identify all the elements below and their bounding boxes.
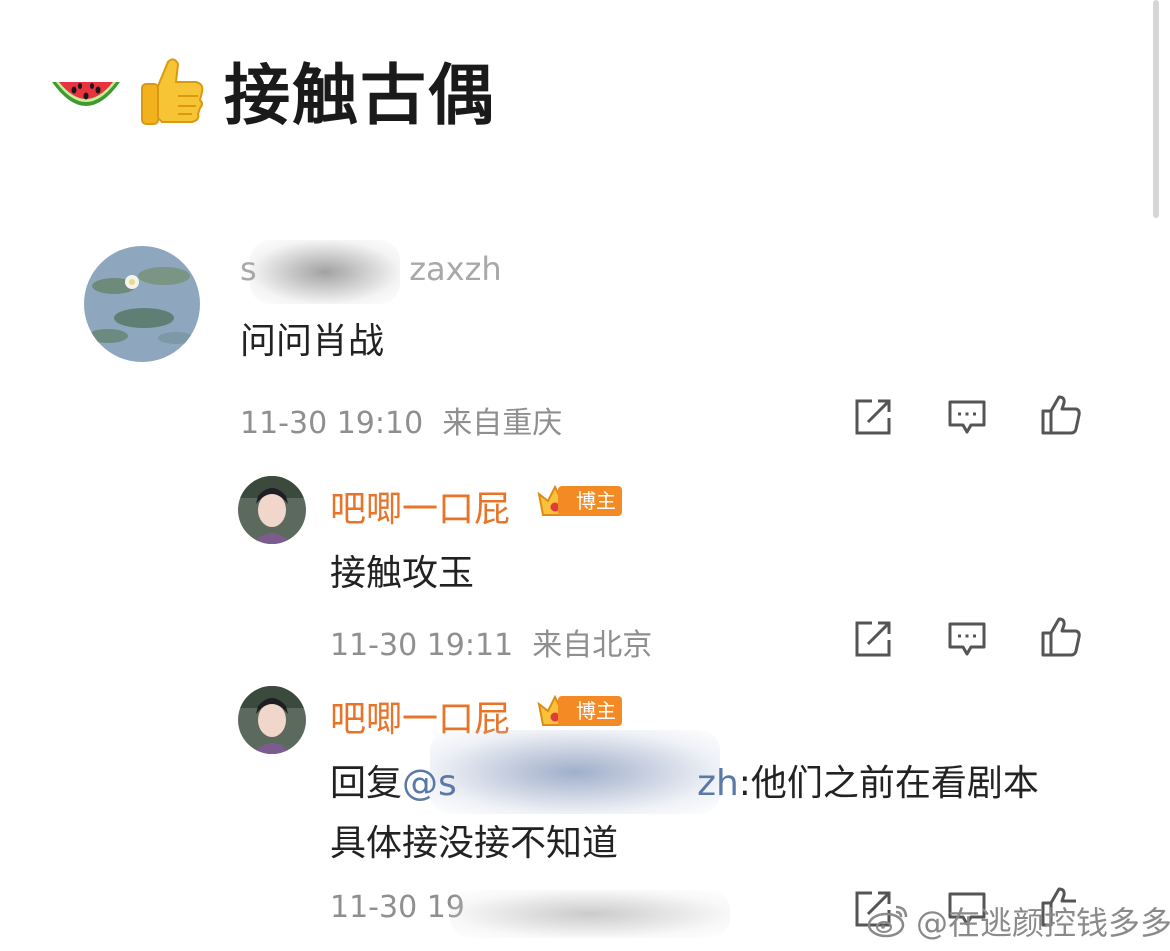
comment-text-line2: 具体接没接不知道 xyxy=(330,823,619,864)
weibo-logo-icon xyxy=(867,905,908,938)
mention-link[interactable]: @s zh xyxy=(402,763,739,804)
scrollbar[interactable] xyxy=(1153,0,1159,218)
blogger-badge-label: 博主 xyxy=(558,486,622,516)
comment-username[interactable]: s zaxzh xyxy=(240,250,502,288)
like-icon[interactable] xyxy=(1040,394,1082,436)
like-icon[interactable] xyxy=(1040,616,1082,658)
comment-icon[interactable] xyxy=(946,618,988,660)
comment-text: 问问肖战 xyxy=(240,321,385,362)
avatar[interactable] xyxy=(238,476,306,544)
share-icon[interactable] xyxy=(852,396,894,438)
comment-timestamp: 11-30 19:10 来自重庆 xyxy=(240,406,563,441)
blogger-badge: 博主 xyxy=(536,482,622,520)
avatar[interactable] xyxy=(84,246,200,362)
post-title: 接触古偶 xyxy=(48,48,496,134)
comment-timestamp: 11-30 19 xyxy=(330,890,465,925)
avatar[interactable] xyxy=(238,686,306,754)
comment-icon[interactable] xyxy=(946,396,988,438)
portrait-avatar-image xyxy=(238,686,306,754)
comment-username[interactable]: 吧唧一口屁 xyxy=(330,480,510,532)
comment-text: 接触攻玉 xyxy=(330,553,475,594)
thumbs-up-icon xyxy=(141,58,204,125)
share-icon[interactable] xyxy=(852,618,894,660)
portrait-avatar-image xyxy=(238,476,306,544)
redacted-location-scribble xyxy=(450,890,730,938)
comment-timestamp: 11-30 19:11 来自北京 xyxy=(330,628,653,663)
blogger-badge-label: 博主 xyxy=(558,696,622,726)
watermelon-icon xyxy=(52,82,120,106)
blogger-badge: 博主 xyxy=(536,692,622,730)
watermark: @在逃颜控钱多多 xyxy=(866,898,1170,944)
post-title-text: 接触古偶 xyxy=(224,57,496,134)
lily-pond-avatar-image xyxy=(84,246,200,362)
comment-text: 回复@s zh:他们之前在看剧本 xyxy=(330,763,1039,804)
watermark-text: @在逃颜控钱多多 xyxy=(916,904,1170,942)
